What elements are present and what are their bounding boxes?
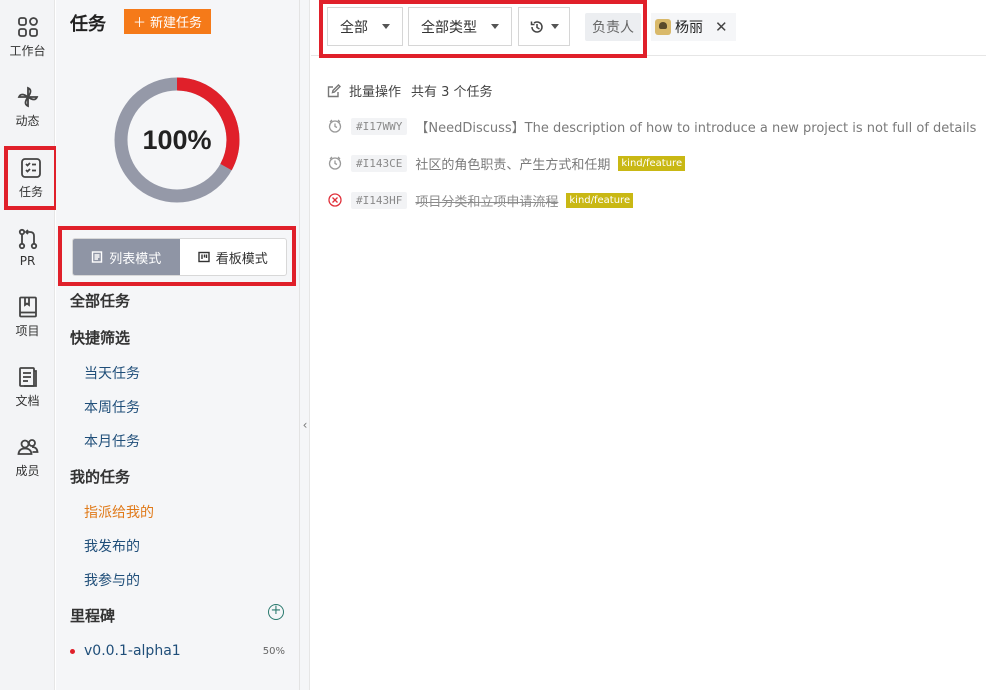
- task-count: 共有 3 个任务: [411, 85, 493, 100]
- rail-label: 文档: [15, 394, 40, 408]
- filter-today[interactable]: 当天任务: [84, 363, 140, 383]
- list-icon: [92, 251, 103, 263]
- plus-icon: ＋: [133, 15, 147, 30]
- milestone-name: v0.0.1-alpha1: [84, 643, 181, 659]
- all-tasks-link[interactable]: 全部任务: [70, 290, 130, 311]
- progress-donut: 100%: [113, 76, 241, 204]
- collapse-sidebar-icon[interactable]: ‹: [300, 414, 310, 436]
- rail-label: 工作台: [9, 44, 46, 58]
- quick-filter-heading: 快捷筛选: [70, 329, 131, 347]
- rail-item-tasks[interactable]: 任务: [4, 146, 58, 210]
- task-row[interactable]: #I17WWY 【NeedDiscuss】The description of …: [327, 115, 976, 137]
- task-row[interactable]: #I143CE 社区的角色职责、产生方式和任期 kind/feature: [327, 152, 686, 174]
- status-filter-value: 全部: [340, 19, 368, 36]
- document-icon: [18, 367, 37, 387]
- pinwheel-icon: [17, 86, 38, 108]
- assignee-name: 杨丽: [675, 20, 703, 36]
- rail-label: PR: [19, 253, 36, 268]
- rail-item-projects[interactable]: 项目: [0, 288, 55, 346]
- created-by-me-link[interactable]: 我发布的: [84, 536, 140, 556]
- history-icon: [530, 20, 543, 33]
- task-number: #I143HF: [351, 191, 408, 209]
- sidebar-divider: [300, 0, 310, 690]
- open-status-icon: [328, 156, 342, 170]
- task-title[interactable]: 社区的角色职责、产生方式和任期: [415, 154, 610, 173]
- board-mode-label: 看板模式: [215, 251, 268, 267]
- close-icon[interactable]: ✕: [715, 18, 728, 36]
- status-filter-dropdown[interactable]: 全部: [327, 7, 403, 46]
- task-list-panel: 全部 全部类型 负责人 杨丽 ✕ 批量操作 共有 3 个任务 #I17WWY 【…: [311, 0, 986, 690]
- board-mode-button[interactable]: 看板模式: [180, 239, 287, 275]
- rail-item-pr[interactable]: PR: [0, 218, 55, 276]
- task-icon: [21, 158, 41, 178]
- board-icon: [198, 251, 210, 263]
- milestone-row[interactable]: v0.0.1-alpha1 50%: [70, 641, 285, 661]
- list-mode-label: 列表模式: [109, 251, 162, 267]
- batch-bar: 批量操作 共有 3 个任务: [327, 81, 493, 100]
- task-number: #I143CE: [351, 154, 408, 172]
- rail-item-workspace[interactable]: 工作台: [0, 8, 55, 66]
- pull-request-icon: [18, 228, 37, 249]
- rail-item-docs[interactable]: 文档: [0, 358, 55, 416]
- workspace-icon: [17, 17, 38, 37]
- rail-item-members[interactable]: 成员: [0, 428, 55, 486]
- view-mode-highlight: 列表模式 看板模式: [58, 226, 296, 286]
- chevron-down-icon: [551, 24, 559, 29]
- filter-this-month[interactable]: 本月任务: [84, 431, 140, 451]
- rail-label: 成员: [15, 464, 40, 478]
- type-filter-dropdown[interactable]: 全部类型: [408, 7, 512, 46]
- rail-label: 动态: [15, 114, 40, 128]
- my-tasks-heading: 我的任务: [70, 468, 131, 486]
- rejected-status-icon: [328, 193, 342, 207]
- task-sidebar: 任务 ＋ 新建任务 100% 列表模式 看板模式 全部任务 快捷筛选 当天任务 …: [56, 0, 300, 690]
- filter-this-week[interactable]: 本周任务: [84, 397, 140, 417]
- participated-link[interactable]: 我参与的: [84, 570, 140, 590]
- icon-rail: 工作台 动态 任务 PR 项目 文档 成员: [0, 0, 58, 690]
- task-title[interactable]: 【NeedDiscuss】The description of how to i…: [415, 117, 976, 136]
- members-icon: [17, 439, 38, 455]
- milestone-dot: [70, 648, 75, 654]
- rail-item-activity[interactable]: 动态: [0, 78, 55, 136]
- batch-operation-button[interactable]: 批量操作: [349, 81, 401, 100]
- history-filter-dropdown[interactable]: [518, 7, 570, 46]
- new-task-button[interactable]: ＋ 新建任务: [124, 9, 212, 34]
- milestones-heading: 里程碑: [70, 607, 116, 625]
- chevron-down-icon: [491, 24, 499, 29]
- new-task-label: 新建任务: [150, 15, 203, 30]
- sidebar-title: 任务: [70, 14, 106, 35]
- task-label-tag[interactable]: kind/feature: [566, 192, 634, 208]
- list-mode-button[interactable]: 列表模式: [73, 239, 180, 275]
- assigned-to-me-link[interactable]: 指派给我的: [84, 502, 154, 522]
- chevron-down-icon: [382, 24, 390, 29]
- rail-label: 任务: [18, 185, 43, 199]
- assignee-filter-label: 负责人: [585, 13, 641, 41]
- milestone-percent: 50%: [262, 645, 285, 657]
- filter-bar: 全部 全部类型 负责人 杨丽 ✕: [311, 0, 986, 58]
- app: 工作台 动态 任务 PR 项目 文档 成员 任务 ＋ 新建任务 100% 列表模…: [0, 0, 986, 690]
- edit-icon: [327, 83, 341, 97]
- view-mode-switch: 列表模式 看板模式: [72, 238, 287, 276]
- task-number: #I17WWY: [351, 117, 408, 135]
- avatar: [655, 19, 671, 35]
- assignee-filter-tag: 杨丽 ✕: [651, 13, 736, 41]
- book-icon: [18, 296, 37, 318]
- type-filter-value: 全部类型: [421, 19, 477, 36]
- rail-label: 项目: [15, 324, 40, 338]
- task-label-tag[interactable]: kind/feature: [618, 155, 686, 171]
- task-title[interactable]: 项目分类和立项申请流程: [415, 191, 558, 210]
- add-milestone-icon[interactable]: +: [268, 604, 284, 620]
- open-status-icon: [328, 119, 342, 133]
- task-row[interactable]: #I143HF 项目分类和立项申请流程 kind/feature: [327, 189, 634, 211]
- progress-percent: 100%: [142, 124, 212, 155]
